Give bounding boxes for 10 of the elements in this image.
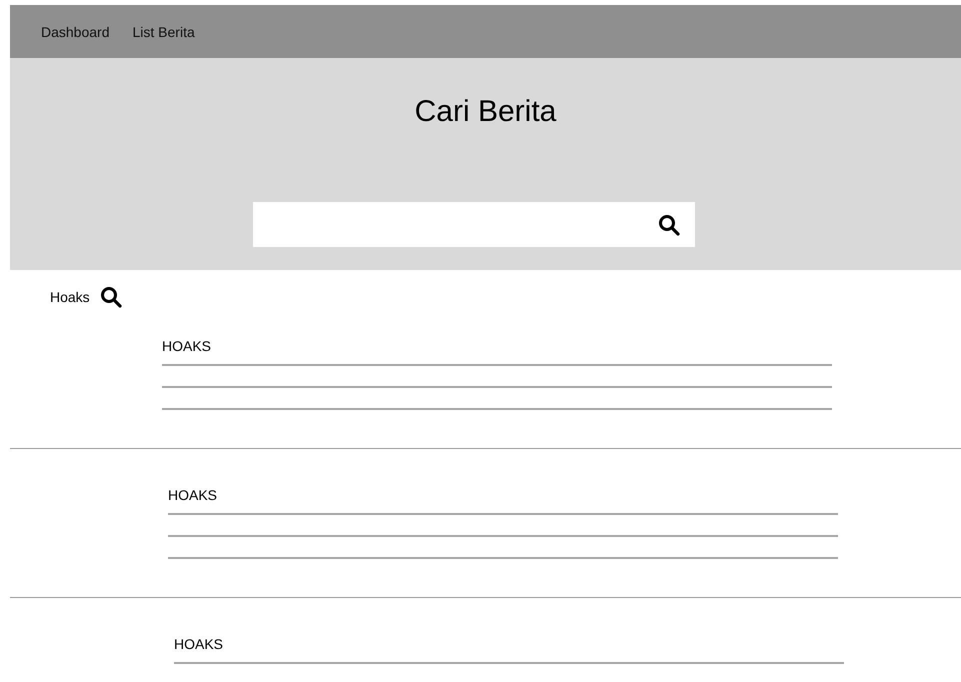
result-title[interactable]: HOAKS: [168, 486, 218, 504]
query-label: Hoaks: [50, 288, 90, 307]
nav-link[interactable]: Dashboard: [41, 24, 110, 40]
result-title[interactable]: HOAKS: [162, 337, 212, 355]
nav-link[interactable]: List Berita: [132, 24, 195, 40]
search-icon[interactable]: [100, 286, 122, 308]
page-title: Cari Berita: [414, 95, 556, 129]
search-field[interactable]: [253, 202, 695, 247]
search-icon[interactable]: [658, 214, 680, 236]
result-title[interactable]: HOAKS: [174, 635, 224, 653]
